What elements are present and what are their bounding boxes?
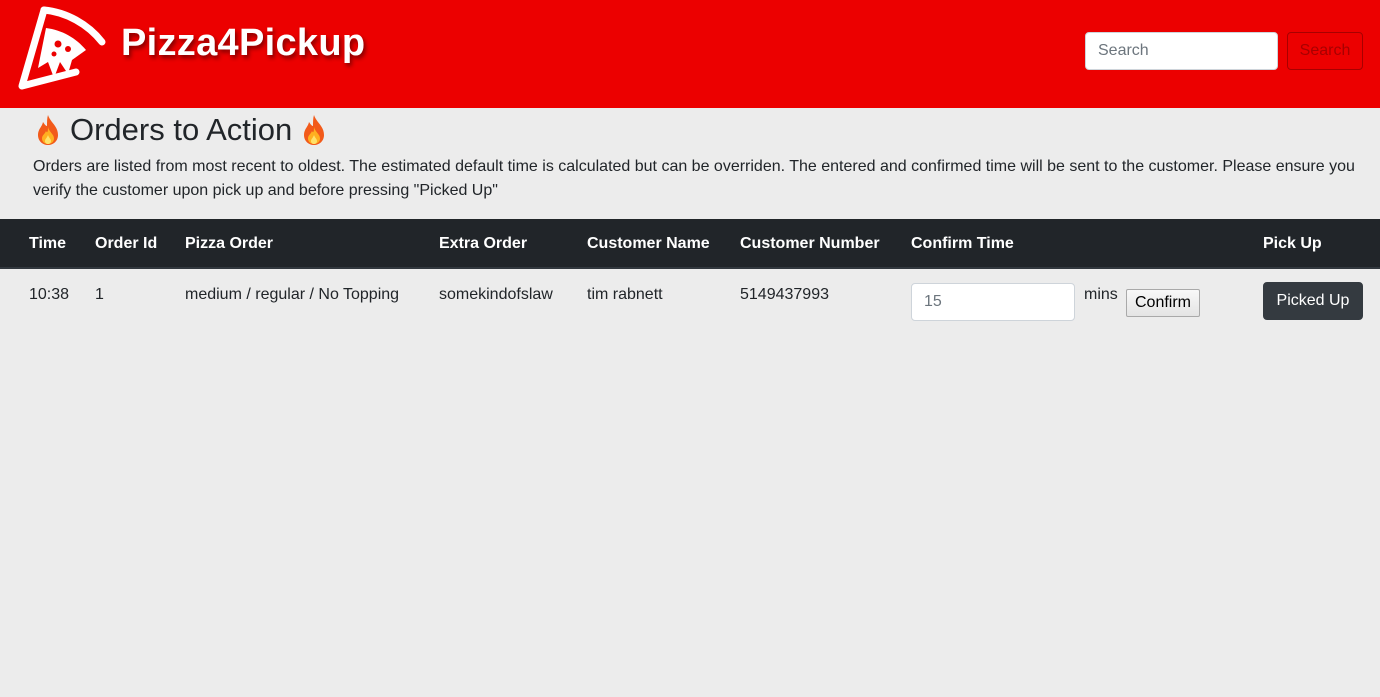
- table-header: Time Order Id Pizza Order Extra Order Cu…: [0, 219, 1380, 269]
- cell-extra-order: somekindofslaw: [439, 286, 553, 303]
- header-time: Time: [29, 235, 67, 252]
- pizza-slice-icon[interactable]: [14, 2, 110, 98]
- cell-pizza-order: medium / regular / No Topping: [185, 286, 400, 303]
- page-title: Orders to Action: [34, 110, 328, 150]
- page-title-text: Orders to Action: [70, 112, 293, 147]
- header-confirm-time: Confirm Time: [911, 235, 1014, 252]
- header-pick-up: Pick Up: [1263, 235, 1322, 252]
- fire-icon: [304, 115, 325, 145]
- table-row: 10:38 1 medium / regular / No Topping so…: [0, 270, 1380, 332]
- header-extra-order: Extra Order: [439, 235, 528, 252]
- header-pizza-order: Pizza Order: [185, 235, 274, 252]
- search-input[interactable]: [1085, 32, 1278, 70]
- cell-customer-name: tim rabnett: [587, 286, 663, 303]
- picked-up-button[interactable]: Picked Up: [1263, 282, 1363, 320]
- confirm-button[interactable]: Confirm: [1126, 289, 1200, 317]
- brand-name[interactable]: Pizza4Pickup: [121, 22, 365, 65]
- header-order-id: Order Id: [95, 235, 158, 252]
- navbar: Pizza4Pickup Search: [0, 0, 1380, 108]
- intro-text: Orders are listed from most recent to ol…: [33, 158, 1355, 199]
- mins-label: mins: [1084, 286, 1118, 303]
- cell-time: 10:38: [29, 286, 70, 303]
- header-customer-number: Customer Number: [740, 235, 880, 252]
- search-button[interactable]: Search: [1287, 32, 1363, 70]
- cell-customer-number: 5149437993: [740, 286, 829, 303]
- header-customer-name: Customer Name: [587, 235, 710, 252]
- confirm-time-input[interactable]: [911, 283, 1075, 321]
- cell-order-id: 1: [95, 286, 104, 303]
- fire-icon: [38, 115, 58, 145]
